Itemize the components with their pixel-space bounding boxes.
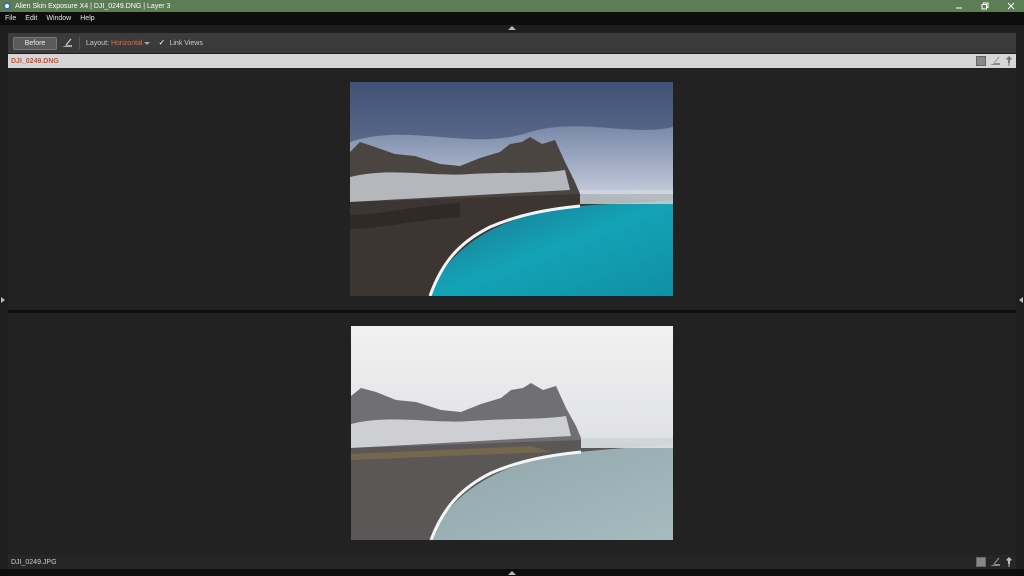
title-bar: Alien Skin Exposure X4 | DJI_0249.DNG | … (0, 0, 1024, 12)
menu-edit[interactable]: Edit (25, 15, 37, 22)
expand-right-panel-arrow[interactable] (1019, 297, 1023, 303)
brush-icon[interactable] (990, 56, 1000, 66)
pin-icon[interactable] (1004, 557, 1014, 567)
before-button[interactable]: Before (13, 36, 57, 50)
brush-icon[interactable] (990, 557, 1000, 567)
menu-window[interactable]: Window (46, 15, 71, 22)
bottom-pane-header: DJI_0249.JPG (8, 555, 1016, 569)
link-views-label: Link Views (169, 39, 203, 47)
expand-bottom-panel-arrow[interactable] (508, 571, 516, 575)
restore-button[interactable] (972, 0, 998, 12)
layout-dropdown[interactable]: Horizontal (111, 40, 143, 47)
layout-label: Layout: (86, 39, 109, 47)
minimize-icon (956, 7, 962, 9)
close-icon (1007, 2, 1015, 10)
window-title: Alien Skin Exposure X4 | DJI_0249.DNG | … (15, 2, 171, 10)
menu-help[interactable]: Help (80, 15, 94, 22)
menu-bar: File Edit Window Help (0, 12, 1024, 25)
toolbar-separator (79, 37, 80, 49)
window-controls (946, 0, 1024, 12)
close-button[interactable] (998, 0, 1024, 12)
top-pane-header: DJI_0249.DNG (8, 54, 1016, 68)
top-pane-filename: DJI_0249.DNG (11, 57, 59, 65)
single-view-icon[interactable] (976, 56, 986, 66)
menu-file[interactable]: File (5, 15, 16, 22)
link-views-checkbox[interactable]: ✓ (158, 39, 166, 47)
collapse-top-panel-arrow[interactable] (508, 26, 516, 30)
app-icon (3, 2, 11, 10)
compare-toolbar: Before Layout: Horizontal ✓ Link Views (8, 33, 1016, 53)
single-view-icon[interactable] (976, 557, 986, 567)
restore-icon (981, 2, 989, 10)
bottom-pane-filename: DJI_0249.JPG (11, 558, 57, 566)
bottom-pane-icons (972, 557, 1014, 567)
top-preview-photo[interactable] (350, 82, 673, 296)
brush-icon[interactable] (61, 38, 73, 48)
pin-icon[interactable] (1004, 56, 1014, 66)
chevron-down-icon[interactable] (144, 41, 151, 45)
top-pane-icons (972, 56, 1014, 66)
bottom-preview-photo[interactable] (351, 326, 673, 540)
expand-left-panel-arrow[interactable] (1, 297, 5, 303)
minimize-button[interactable] (946, 0, 972, 12)
